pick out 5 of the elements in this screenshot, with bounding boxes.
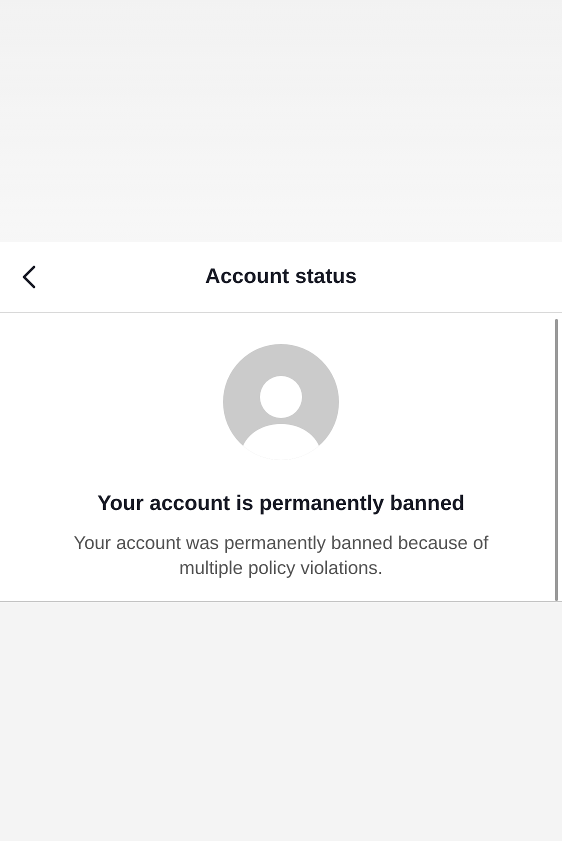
page-title: Account status [205,265,357,289]
avatar-icon [223,344,339,460]
status-message: Your account was permanently banned because of multiple policy violations. [72,531,490,580]
back-icon [22,265,36,289]
status-heading: Your account is permanently banned [97,492,465,516]
